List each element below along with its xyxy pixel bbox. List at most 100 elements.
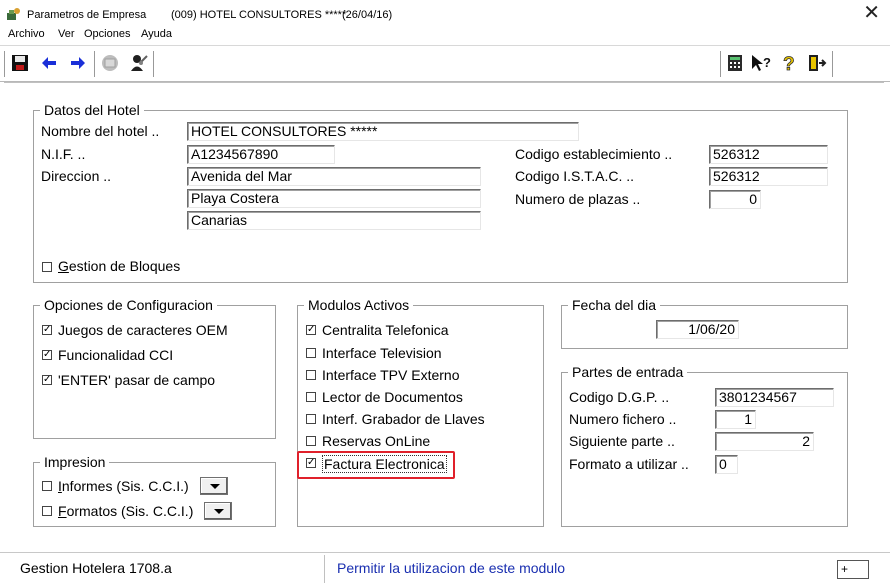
hotel-name-field[interactable]: HOTEL CONSULTORES ***** [187,122,579,141]
module-online-booking-checkbox[interactable] [306,436,316,446]
entry-reports-legend: Partes de entrada [568,364,688,380]
format-label: Formato a utilizar .. [569,456,689,472]
close-button[interactable]: ✕ [863,3,880,23]
svg-text:?: ? [783,54,795,73]
previous-button[interactable] [38,52,60,74]
form-area: Datos del Hotel Nombre del hotel .. HOTE… [4,82,884,548]
disabled-disk-icon [102,55,118,71]
toolbar-separator [720,51,722,77]
arrow-right-icon [71,57,85,69]
menu-ver[interactable]: Ver [58,28,75,40]
places-field[interactable]: 0 [709,190,761,209]
istac-code-label: Codigo I.S.T.A.C. .. [515,168,635,184]
toolbar-separator [153,51,155,77]
formats-checkbox[interactable] [42,506,52,516]
status-version: Gestion Hotelera 1708.a [20,560,172,576]
question-icon: ? [783,54,795,73]
toolbar-separator [4,51,6,77]
module-pos-label: Interface TPV Externo [322,367,460,383]
module-e-invoice-checkbox[interactable]: ✓ [306,458,316,468]
exit-button[interactable] [806,52,828,74]
enter-next-field-checkbox[interactable]: ✓ [42,375,52,385]
menu-opciones[interactable]: Opciones [84,28,130,40]
module-e-invoice-label: Factura Electronica [322,455,447,473]
save-button[interactable] [9,52,31,74]
file-number-label: Numero fichero .. [569,411,677,427]
context-help-button[interactable]: ? [750,52,772,74]
establishment-code-label: Codigo establecimiento .. [515,146,673,162]
next-report-field[interactable]: 2 [715,432,814,451]
module-switchboard-checkbox[interactable]: ✓ [306,325,316,335]
address-line-3-field[interactable]: Canarias [187,211,481,230]
formats-label: Formatos (Sis. C.C.I.) [58,503,194,519]
window-company: (009) HOTEL CONSULTORES ***** [171,9,347,21]
user-key-button[interactable] [128,52,150,74]
status-message: Permitir la utilizacion de este modulo [337,560,565,576]
reports-label: Informes (Sis. C.C.I.) [58,478,189,494]
dgp-code-field[interactable]: 3801234567 [715,388,834,407]
active-modules-legend: Modulos Activos [304,297,414,313]
module-key-encoder-checkbox[interactable] [306,414,316,424]
cci-functionality-label: Funcionalidad CCI [58,347,174,363]
disabled-button [99,52,121,74]
toolbar-separator [832,51,834,77]
user-key-icon [131,55,148,71]
toolbar-separator [94,51,96,77]
window-date: (26/04/16) [342,9,393,21]
module-online-booking-label: Reservas OnLine [322,433,431,449]
next-report-label: Siguiente parte .. [569,433,675,449]
dgp-code-label: Codigo D.G.P. .. [569,389,670,405]
block-management-label: Gestion de Bloques [58,258,181,274]
format-field[interactable]: 0 [715,455,738,474]
hotel-name-label: Nombre del hotel .. [41,123,160,139]
menu-ayuda[interactable]: Ayuda [141,28,172,40]
calculator-button[interactable] [724,52,746,74]
hotel-data-legend: Datos del Hotel [40,102,144,118]
address-label: Direccion .. [41,168,112,184]
arrow-left-icon [42,57,56,69]
date-field[interactable]: 1/06/20 [656,320,739,339]
module-key-encoder-label: Interf. Grabador de Llaves [322,411,485,427]
block-management-checkbox[interactable] [42,262,52,272]
cci-functionality-checkbox[interactable]: ✓ [42,350,52,360]
exit-door-icon [809,55,827,71]
status-divider [324,555,325,583]
config-options-legend: Opciones de Configuracion [40,297,217,313]
reports-dropdown-button[interactable] [200,477,228,495]
address-line-1-field[interactable]: Avenida del Mar [187,167,481,186]
nif-label: N.I.F. .. [41,146,86,162]
oem-charset-checkbox[interactable]: ✓ [42,325,52,335]
reports-checkbox[interactable] [42,481,52,491]
status-bar: Gestion Hotelera 1708.a Permitir la util… [0,552,890,586]
toolbar: ? ? [0,45,890,82]
module-document-reader-label: Lector de Documentos [322,389,463,405]
help-button[interactable]: ? [778,52,800,74]
istac-code-field[interactable]: 526312 [709,167,828,186]
print-legend: Impresion [40,454,110,470]
help-pointer-icon: ? [752,55,771,71]
establishment-code-field[interactable]: 526312 [709,145,828,164]
app-icon [7,8,20,20]
module-pos-checkbox[interactable] [306,370,316,380]
nif-field[interactable]: A1234567890 [187,145,335,164]
address-line-2-field[interactable]: Playa Costera [187,189,481,208]
file-number-field[interactable]: 1 [715,410,756,429]
menu-archivo[interactable]: Archivo [8,28,45,40]
save-icon [12,55,28,71]
status-expand-button[interactable]: + [837,560,869,579]
menu-bar: Archivo Ver Opciones Ayuda [0,28,890,44]
svg-text:?: ? [763,55,771,70]
calculator-icon [728,55,742,71]
oem-charset-label: Juegos de caracteres OEM [58,322,228,338]
enter-next-field-label: 'ENTER' pasar de campo [58,372,216,388]
places-label: Numero de plazas .. [515,191,641,207]
module-television-checkbox[interactable] [306,348,316,358]
window-title: Parametros de Empresa [27,9,147,21]
next-button[interactable] [67,52,89,74]
module-television-label: Interface Television [322,345,442,361]
formats-dropdown-button[interactable] [204,502,232,520]
module-document-reader-checkbox[interactable] [306,392,316,402]
title-bar: Parametros de Empresa (009) HOTEL CONSUL… [0,0,890,28]
date-legend: Fecha del dia [568,297,661,313]
module-switchboard-label: Centralita Telefonica [322,322,449,338]
